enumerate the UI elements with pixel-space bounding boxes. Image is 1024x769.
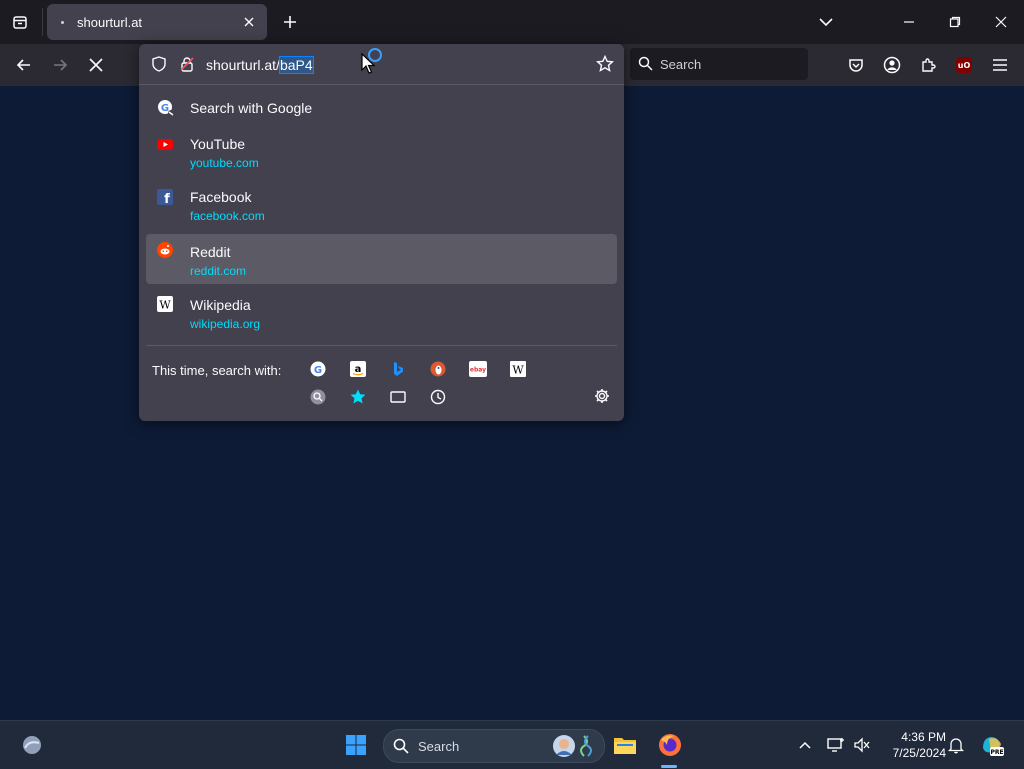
result-url: reddit.com [190, 264, 247, 278]
close-tab-icon[interactable] [239, 12, 259, 32]
search-icon [393, 738, 409, 759]
clock-time: 4:36 PM [901, 730, 946, 744]
svg-text:G: G [161, 103, 169, 114]
bing-engine-icon[interactable] [389, 360, 407, 378]
one-off-divider [146, 345, 617, 346]
ebay-engine-icon[interactable]: ebay [469, 360, 487, 378]
search-highlight-art-icon [550, 733, 596, 759]
hamburger-menu-icon[interactable] [988, 53, 1012, 77]
wikipedia-icon: W [157, 296, 173, 312]
result-title: Search with Google [190, 100, 313, 116]
result-title: Wikipedia [190, 297, 251, 313]
tab-title: shourturl.at [77, 15, 143, 30]
restore-icon[interactable] [943, 10, 967, 34]
taskbar-clock[interactable]: 4:36 PM 7/25/2024 [880, 729, 946, 761]
youtube-icon [157, 136, 173, 152]
svg-text:W: W [512, 364, 524, 377]
tabs-mode-icon[interactable] [389, 388, 407, 406]
url-base-text: shourturl.at/ [206, 57, 280, 73]
taskbar-search-placeholder: Search [418, 739, 460, 754]
result-youtube[interactable]: YouTube youtube.com [146, 128, 617, 176]
toolbar-search-placeholder: Search [660, 57, 702, 72]
urlbar[interactable]: shourturl.at/baP4 [139, 44, 624, 84]
copilot-pre-icon[interactable]: PRE [978, 731, 1006, 759]
result-title: Facebook [190, 189, 252, 205]
widgets-weather-icon[interactable] [20, 733, 44, 757]
minimize-icon[interactable] [897, 10, 921, 34]
tab-list-icon[interactable] [8, 10, 32, 34]
lock-warning-icon[interactable] [179, 56, 195, 77]
bookmark-star-icon[interactable] [595, 54, 615, 78]
notification-bell-icon[interactable] [946, 735, 966, 755]
mouse-cursor-icon [361, 52, 376, 80]
toolbar-search-box[interactable]: Search [630, 48, 808, 80]
urlbar-dropdown: shourturl.at/baP4 G Search with Google Y… [139, 44, 624, 421]
duckduckgo-engine-icon[interactable] [429, 360, 447, 378]
result-title: Reddit [190, 244, 231, 260]
show-hidden-icons-chevron-icon[interactable] [795, 735, 815, 755]
svg-text:W: W [159, 299, 171, 312]
stop-loading-icon[interactable] [84, 53, 108, 77]
urlbar-divider [139, 84, 624, 85]
svg-text:G: G [314, 365, 322, 376]
bookmarks-star-mode-icon[interactable] [349, 388, 367, 406]
tab-shourturl[interactable]: shourturl.at [47, 4, 267, 40]
file-explorer-icon[interactable] [612, 732, 638, 758]
volume-muted-icon[interactable] [852, 735, 872, 755]
extensions-puzzle-icon[interactable] [916, 53, 940, 77]
wikipedia-engine-icon[interactable]: W [509, 360, 527, 378]
loading-dot-icon [61, 21, 64, 24]
svg-text:a: a [355, 364, 362, 375]
result-title: YouTube [190, 136, 246, 152]
result-search-google[interactable]: G Search with Google [146, 90, 617, 124]
account-icon[interactable] [880, 53, 904, 77]
result-url: facebook.com [190, 209, 265, 223]
result-wikipedia[interactable]: W Wikipedia wikipedia.org [146, 289, 617, 337]
forward-arrow-icon[interactable] [48, 53, 72, 77]
taskbar: Search 4:36 PM 7/25/2024 PRE [0, 720, 1024, 769]
result-reddit[interactable]: Reddit reddit.com [146, 234, 617, 284]
result-url: wikipedia.org [190, 317, 261, 331]
list-all-tabs-chevron-icon[interactable] [814, 10, 838, 34]
firefox-taskbar-icon[interactable] [656, 731, 684, 759]
facebook-icon: f [157, 189, 173, 207]
tab-strip: shourturl.at [0, 0, 1024, 44]
result-url: youtube.com [190, 156, 259, 170]
close-window-icon[interactable] [989, 10, 1013, 34]
tracking-protection-shield-icon[interactable] [151, 56, 167, 77]
amazon-engine-icon[interactable]: a [349, 360, 367, 378]
pocket-icon[interactable] [844, 53, 868, 77]
search-engines-mode-icon[interactable] [309, 388, 327, 406]
svg-text:ebay: ebay [470, 367, 486, 374]
search-icon [638, 56, 653, 76]
network-display-icon[interactable] [826, 735, 846, 755]
clock-date: 7/25/2024 [892, 746, 946, 760]
back-arrow-icon[interactable] [12, 53, 36, 77]
google-engine-icon[interactable]: G [309, 360, 327, 378]
reddit-icon [157, 242, 173, 258]
svg-text:f: f [164, 192, 170, 205]
svg-text:PRE: PRE [990, 749, 1003, 756]
windows-start-icon[interactable] [344, 733, 368, 757]
ublock-origin-icon[interactable]: uO [952, 53, 976, 77]
history-clock-mode-icon[interactable] [429, 388, 447, 406]
url-selected-text: baP4 [278, 56, 314, 74]
new-tab-plus-icon[interactable] [279, 11, 301, 33]
tab-separator [42, 8, 43, 36]
result-facebook[interactable]: f Facebook facebook.com [146, 181, 617, 229]
one-off-label: This time, search with: [152, 363, 282, 378]
url-input[interactable]: shourturl.at/baP4 [206, 56, 314, 74]
taskbar-search-box[interactable]: Search [383, 729, 605, 763]
google-search-icon: G [157, 99, 174, 116]
search-settings-gear-icon[interactable] [594, 388, 610, 409]
